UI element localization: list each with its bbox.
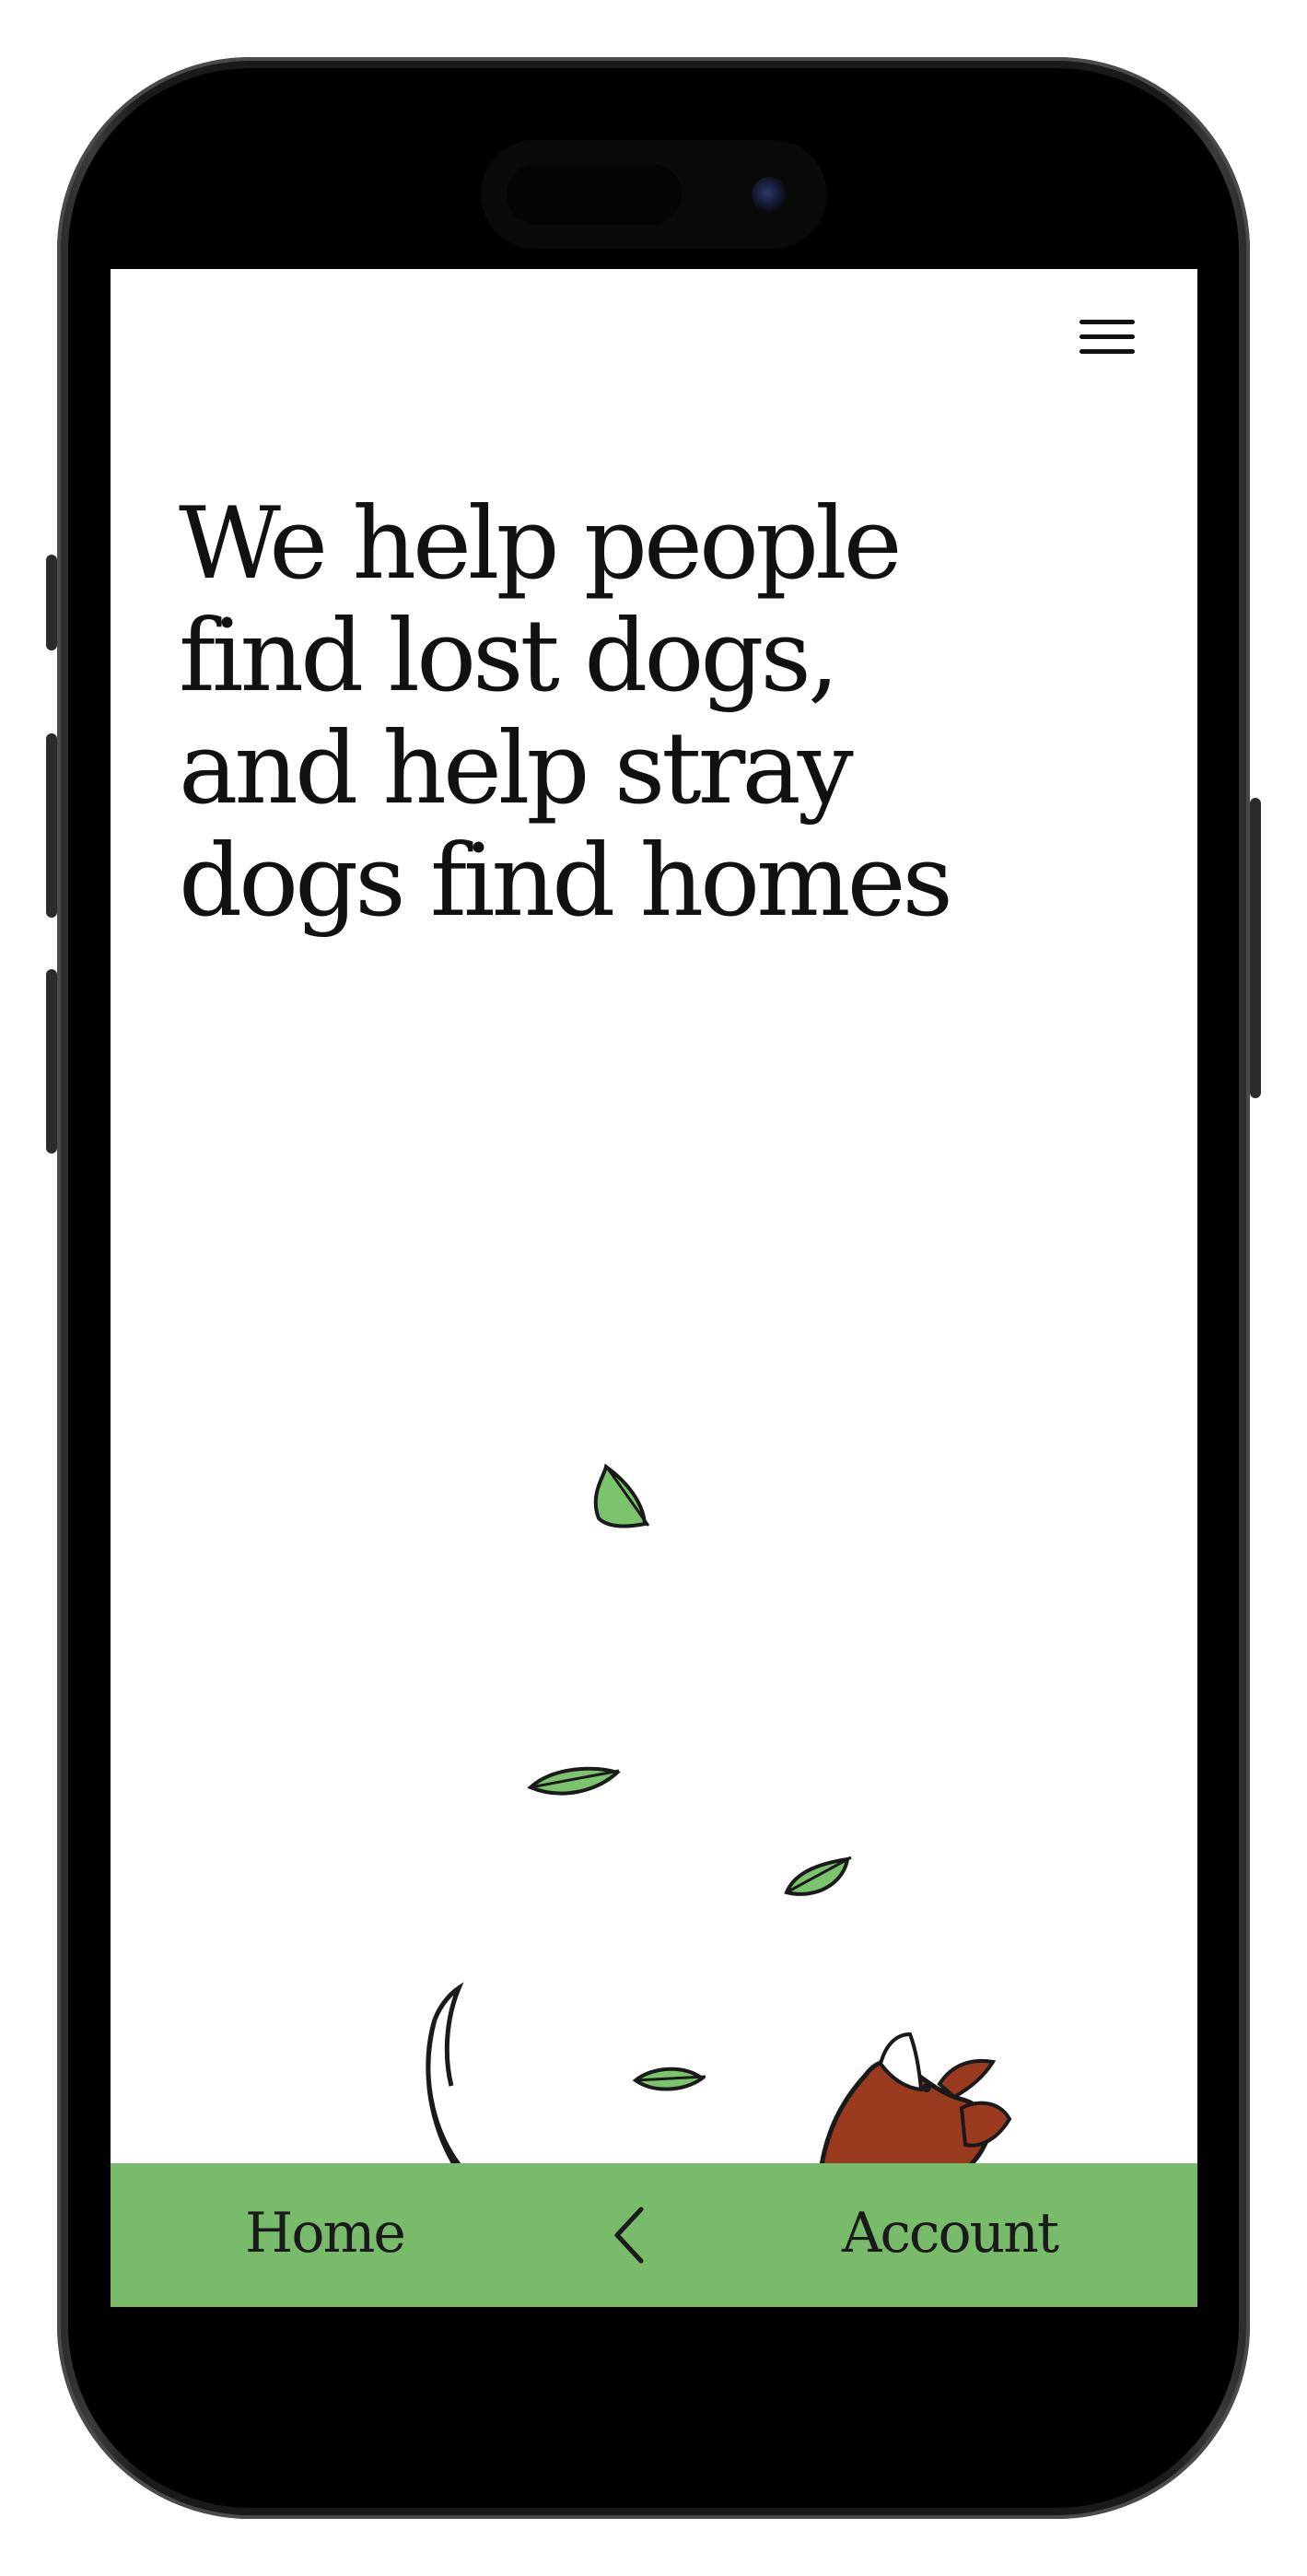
- menu-line: [1079, 349, 1135, 354]
- nav-home-link[interactable]: Home: [245, 2198, 406, 2268]
- action-button: [46, 555, 57, 650]
- dynamic-island: [481, 140, 827, 249]
- island-sensor: [507, 164, 682, 225]
- leaf: [632, 2067, 706, 2091]
- device-mockup: We help people find lost dogs, and help …: [0, 0, 1307, 2576]
- menu-line: [1079, 320, 1135, 324]
- leaf: [593, 1463, 650, 1528]
- leaf: [527, 1766, 621, 1796]
- dog-illustration: [426, 1463, 1012, 2163]
- power-button: [1250, 798, 1261, 1098]
- hamburger-menu-icon[interactable]: [1067, 295, 1148, 376]
- volume-down-button: [46, 969, 57, 1153]
- hero-title: We help people find lost dogs, and help …: [179, 486, 953, 939]
- nav-account-link[interactable]: Account: [842, 2198, 1059, 2268]
- front-camera-icon: [752, 177, 787, 212]
- menu-line: [1079, 334, 1135, 339]
- volume-up-button: [46, 733, 57, 918]
- bottom-nav: Home Account: [111, 2163, 1197, 2307]
- leaf: [784, 1856, 852, 1896]
- app-screen: We help people find lost dogs, and help …: [111, 269, 1197, 2307]
- chevron-left-icon[interactable]: [604, 2202, 659, 2268]
